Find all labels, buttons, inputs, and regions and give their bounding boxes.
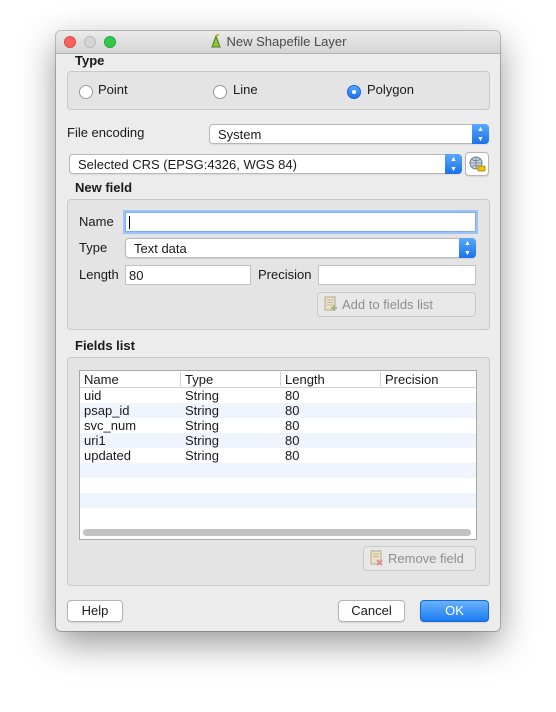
ok-button[interactable]: OK (420, 600, 489, 622)
cell-type: String (185, 448, 219, 463)
column-header-name[interactable]: Name (84, 372, 119, 387)
field-name-input[interactable] (125, 212, 476, 232)
table-row[interactable]: psap_id String 80 (80, 403, 476, 418)
crs-value: Selected CRS (EPSG:4326, WGS 84) (78, 157, 297, 172)
horizontal-scrollbar[interactable] (83, 529, 471, 536)
column-separator (380, 372, 381, 386)
file-encoding-label: File encoding (67, 125, 145, 140)
type-label: Type (79, 240, 108, 255)
add-to-fields-list-label: Add to fields list (342, 297, 434, 312)
chevron-updown-icon: ▲ ▼ (472, 124, 489, 144)
table-row[interactable]: updated String 80 (80, 448, 476, 463)
cancel-button[interactable]: Cancel (338, 600, 405, 622)
remove-field-icon (370, 550, 383, 566)
line-radio-label[interactable]: Line (233, 82, 258, 97)
title-bar: New Shapefile Layer (56, 31, 500, 54)
column-header-type[interactable]: Type (185, 372, 213, 387)
field-type-combo[interactable]: Text data ▲ ▼ (125, 238, 476, 258)
crs-combo[interactable]: Selected CRS (EPSG:4326, WGS 84) ▲ ▼ (69, 154, 462, 174)
file-encoding-value: System (218, 127, 262, 142)
cell-type: String (185, 403, 219, 418)
length-input[interactable]: 80 (125, 265, 251, 285)
column-header-length[interactable]: Length (285, 372, 325, 387)
polygon-radio[interactable] (347, 85, 361, 99)
cell-length: 80 (285, 448, 300, 463)
precision-input[interactable] (318, 265, 476, 285)
empty-row (80, 508, 476, 523)
fields-table-header: Name Type Length Precision (80, 371, 476, 388)
add-to-fields-list-button[interactable]: Add to fields list (317, 292, 476, 317)
window-title-area: New Shapefile Layer (56, 33, 500, 49)
select-crs-button[interactable] (465, 152, 489, 176)
point-radio-label[interactable]: Point (98, 82, 128, 97)
table-row[interactable]: uid String 80 (80, 388, 476, 403)
empty-row (80, 478, 476, 493)
empty-row (80, 493, 476, 508)
name-label: Name (79, 214, 114, 229)
globe-crs-icon (469, 156, 486, 172)
cell-length: 80 (285, 433, 300, 448)
cell-name: uri1 (84, 433, 106, 448)
type-group (67, 71, 490, 110)
column-separator (180, 372, 181, 386)
line-radio[interactable] (213, 85, 227, 99)
field-type-value: Text data (134, 241, 187, 256)
fields-list-group-title: Fields list (75, 338, 135, 353)
table-row[interactable]: svc_num String 80 (80, 418, 476, 433)
empty-row (80, 463, 476, 478)
cell-name: svc_num (84, 418, 137, 433)
cell-length: 80 (285, 403, 300, 418)
type-group-title: Type (75, 53, 105, 68)
remove-field-label: Remove field (388, 551, 464, 566)
cell-name: uid (84, 388, 102, 403)
cell-type: String (185, 418, 219, 433)
chevron-updown-icon: ▲ ▼ (459, 238, 476, 258)
table-row[interactable]: uri1 String 80 (80, 433, 476, 448)
cell-length: 80 (285, 388, 300, 403)
new-field-group-title: New field (75, 180, 133, 195)
column-separator (280, 372, 281, 386)
cell-name: psap_id (84, 403, 130, 418)
point-radio[interactable] (79, 85, 93, 99)
cell-type: String (185, 433, 219, 448)
text-caret (129, 216, 130, 229)
fields-table[interactable]: Name Type Length Precision uid String 80… (79, 370, 477, 540)
cell-name: updated (84, 448, 131, 463)
cell-type: String (185, 388, 219, 403)
add-field-icon (324, 296, 337, 311)
remove-field-button[interactable]: Remove field (363, 546, 476, 571)
cell-length: 80 (285, 418, 300, 433)
help-button[interactable]: Help (67, 600, 123, 622)
length-value: 80 (129, 268, 144, 283)
precision-label: Precision (258, 267, 312, 282)
window-title: New Shapefile Layer (226, 34, 347, 49)
column-header-precision[interactable]: Precision (385, 372, 438, 387)
file-encoding-combo[interactable]: System ▲ ▼ (209, 124, 489, 144)
polygon-radio-label[interactable]: Polygon (367, 82, 414, 97)
qgis-logo-icon (210, 33, 221, 48)
length-label: Length (79, 267, 119, 282)
chevron-updown-icon: ▲ ▼ (445, 154, 462, 174)
